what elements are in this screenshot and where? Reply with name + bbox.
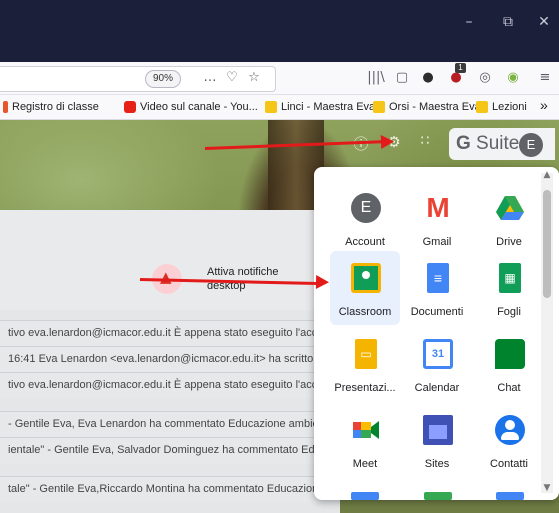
restore-button[interactable]: ⧉: [497, 12, 519, 32]
bookmark-label: Linci - Maestra Eva: [281, 101, 376, 113]
app-label: Contatti: [490, 458, 528, 470]
app-drive[interactable]: Drive: [474, 181, 544, 255]
next-app-icon: [496, 492, 524, 500]
minimize-button[interactable]: –: [458, 12, 480, 32]
app-label: Meet: [352, 458, 378, 470]
meet-icon: [351, 415, 381, 445]
app-label: Calendar: [414, 382, 460, 394]
close-button[interactable]: ✕: [533, 12, 555, 32]
library-icon[interactable]: |||\: [366, 66, 386, 90]
extension-badge: 1: [455, 63, 466, 73]
sites-icon: [423, 415, 453, 445]
apps-grid-icon[interactable]: ∷: [414, 133, 436, 149]
classroom-favicon-icon: [476, 101, 488, 113]
account-icon: E: [351, 193, 381, 223]
annotation-arrowhead-2: [315, 275, 330, 290]
gmail-icon: M: [426, 192, 450, 223]
row-snippet: - Gentile Eva, Eva Lenardon ha commentat…: [8, 418, 319, 430]
docs-icon: ≡: [427, 263, 449, 293]
bookmark-label: Video sul canale - You...: [140, 101, 258, 113]
bookmark-star-icon[interactable]: ☆: [244, 66, 264, 90]
extension-paw-icon[interactable]: ●: [418, 66, 438, 90]
row-snippet: tale" - Gentile Eva,Riccardo Montina ha …: [8, 483, 325, 495]
next-app-icon: [351, 492, 379, 500]
menu-hamburger-icon[interactable]: ≡: [535, 66, 555, 90]
bookmark-orsi[interactable]: Orsi - Maestra Eva: [373, 99, 481, 115]
app-label: Gmail: [422, 236, 452, 248]
bell-icon: ▲: [160, 268, 172, 286]
app-contatti[interactable]: Contatti: [474, 403, 544, 477]
page-actions-icon[interactable]: …: [200, 66, 220, 90]
bookmark-registro[interactable]: Registro di classe: [3, 99, 99, 115]
app-classroom[interactable]: Classroom: [330, 251, 400, 325]
classroom-icon: [351, 263, 381, 293]
row-snippet: tivo eva.lenardon@icmacor.edu.it È appen…: [8, 379, 318, 391]
bookmarks-overflow-button[interactable]: »: [540, 97, 548, 113]
bookmark-youtube[interactable]: Video sul canale - You...: [124, 99, 258, 115]
bookmark-label: Orsi - Maestra Eva: [389, 101, 481, 113]
bookmark-label: Lezioni: [492, 101, 527, 113]
row-snippet: 16:41 Eva Lenardon <eva.lenardon@icmacor…: [8, 353, 327, 365]
sheets-icon: ▦: [499, 263, 521, 293]
annotation-arrowhead-1: [380, 134, 395, 149]
pocket-icon[interactable]: ♡: [222, 66, 242, 90]
app-label: Chat: [497, 382, 521, 394]
app-label: Account: [345, 236, 385, 248]
app-presentazioni[interactable]: ▭ Presentazi...: [330, 327, 400, 401]
app-label: Documenti: [410, 306, 464, 318]
app-calendar[interactable]: 31 Calendar: [402, 327, 472, 401]
youtube-icon: [124, 101, 136, 113]
scroll-down-arrow[interactable]: ▼: [541, 483, 553, 493]
table-row[interactable]: tale" - Gentile Eva,Riccardo Montina ha …: [0, 476, 340, 503]
bookmark-label: Registro di classe: [12, 101, 99, 113]
next-app-icon: [424, 492, 452, 500]
app-chat[interactable]: Chat: [474, 327, 544, 401]
app-label: Classroom: [338, 306, 392, 318]
app-meet[interactable]: Meet: [330, 403, 400, 477]
bookmark-linci[interactable]: Linci - Maestra Eva: [265, 99, 375, 115]
app-account[interactable]: E Account: [330, 181, 400, 255]
table-row[interactable]: tivo eva.lenardon@icmacor.edu.it È appen…: [0, 320, 340, 347]
gsuite-logo: G Suite: [456, 133, 519, 155]
slides-icon: ▭: [355, 339, 377, 369]
classroom-favicon-icon: [373, 101, 385, 113]
calendar-icon: 31: [423, 339, 453, 369]
bookmarks-bar: Registro di classe Video sul canale - Yo…: [0, 95, 559, 120]
app-label: Sites: [424, 458, 450, 470]
app-label: Presentazi...: [334, 382, 396, 394]
table-row[interactable]: tivo eva.lenardon@icmacor.edu.it È appen…: [0, 372, 340, 399]
gsuite-g: G: [456, 133, 471, 154]
row-snippet: ientale" - Gentile Eva, Salvador Domingu…: [8, 444, 327, 456]
avatar[interactable]: E: [519, 133, 543, 157]
extension-circle-icon[interactable]: ◉: [503, 66, 523, 90]
app-documenti[interactable]: ≡ Documenti: [402, 251, 472, 325]
app-gmail[interactable]: M Gmail: [402, 181, 472, 255]
contacts-icon: [495, 415, 525, 445]
bookmark-favicon-icon: [3, 101, 8, 113]
app-label: Fogli: [497, 306, 521, 318]
scrollbar-thumb[interactable]: [543, 190, 551, 298]
app-fogli[interactable]: ▦ Fogli: [474, 251, 544, 325]
table-row[interactable]: ientale" - Gentile Eva, Salvador Domingu…: [0, 437, 340, 464]
table-row[interactable]: 16:41 Eva Lenardon <eva.lenardon@icmacor…: [0, 346, 340, 373]
row-snippet: tivo eva.lenardon@icmacor.edu.it È appen…: [8, 327, 318, 339]
classroom-favicon-icon: [265, 101, 277, 113]
sidebar-icon[interactable]: ▢: [392, 66, 412, 90]
zoom-indicator[interactable]: 90%: [145, 70, 181, 88]
notification-banner: [0, 210, 340, 310]
account-extension-icon[interactable]: ◎: [475, 66, 495, 90]
scroll-up-arrow[interactable]: ▲: [541, 170, 553, 180]
app-label: Drive: [496, 236, 522, 248]
google-apps-menu: E Account M Gmail Drive Classroom ≡ Docu…: [314, 167, 559, 500]
drive-icon: [495, 193, 525, 223]
chat-icon: [495, 339, 525, 369]
app-sites[interactable]: Sites: [402, 403, 472, 477]
gsuite-text: Suite: [470, 133, 520, 154]
table-row[interactable]: - Gentile Eva, Eva Lenardon ha commentat…: [0, 411, 340, 438]
bookmark-lezioni[interactable]: Lezioni: [476, 99, 527, 115]
